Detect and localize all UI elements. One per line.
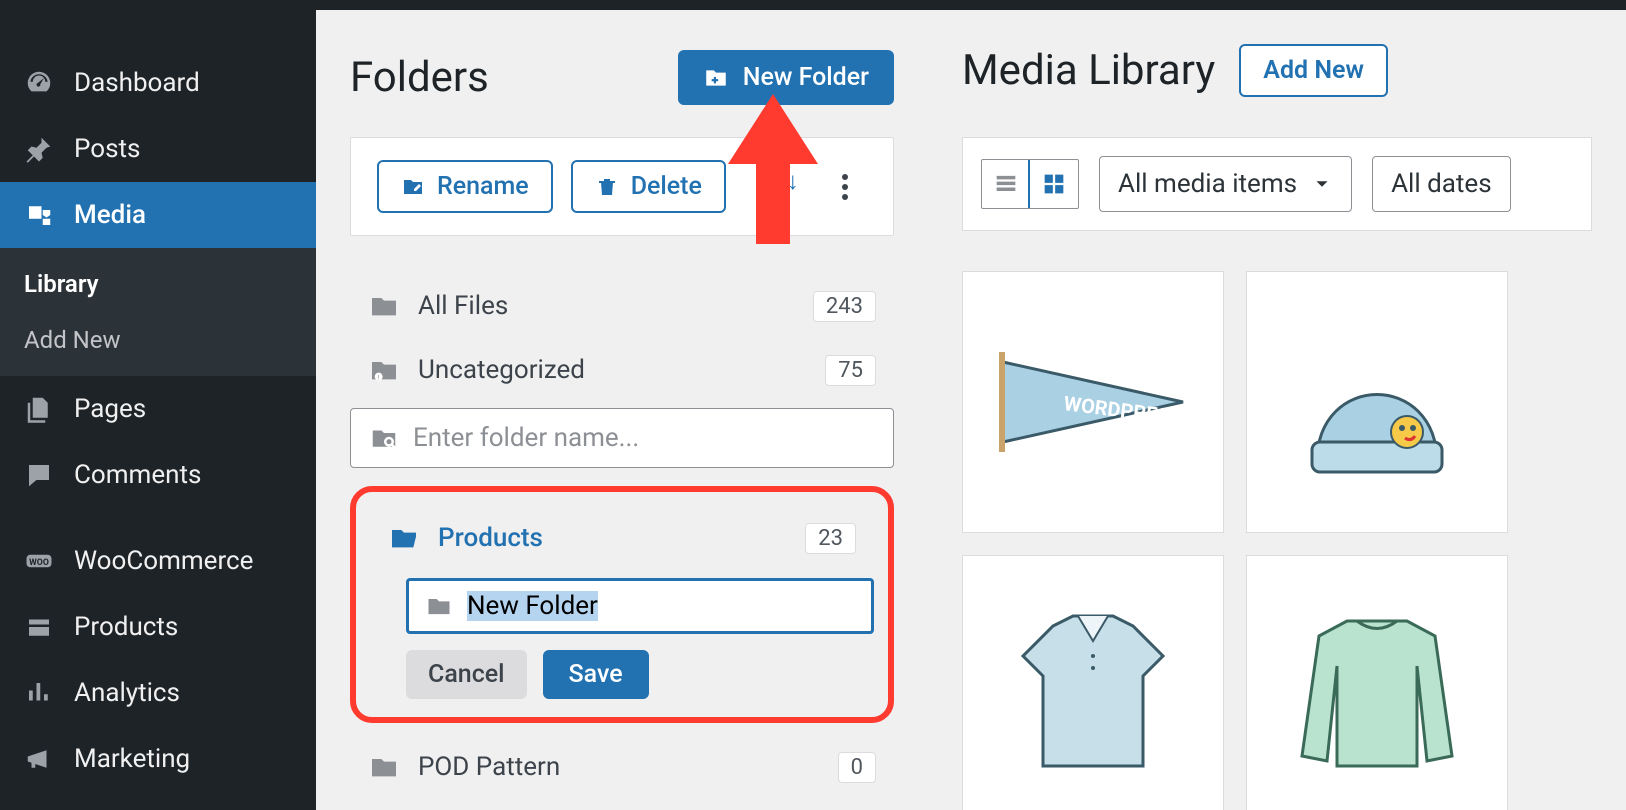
folder-plus-icon bbox=[703, 65, 729, 91]
sidebar-subgroup-media: Library Add New bbox=[0, 248, 316, 376]
sidebar-item-label: Media bbox=[74, 200, 146, 230]
sidebar-item-label: Marketing bbox=[74, 744, 190, 774]
admin-sidebar: Dashboard Posts Media Library Add New Pa… bbox=[0, 10, 316, 810]
sidebar-sub-library[interactable]: Library bbox=[0, 256, 316, 312]
woo-icon: WOO bbox=[24, 546, 54, 576]
media-item[interactable]: WORDPRESS bbox=[962, 271, 1224, 533]
comment-icon bbox=[24, 460, 54, 490]
sidebar-item-marketing[interactable]: Marketing bbox=[0, 726, 316, 792]
filter-dates[interactable]: All dates bbox=[1372, 156, 1511, 212]
folders-toolbar: Rename Delete AZ↓ bbox=[350, 137, 894, 236]
sidebar-item-label: Analytics bbox=[74, 678, 180, 708]
folder-edit-icon bbox=[401, 175, 425, 199]
gauge-icon bbox=[24, 68, 54, 98]
pages-icon bbox=[24, 394, 54, 424]
folder-row-all-files[interactable]: All Files 243 bbox=[350, 274, 894, 338]
media-item[interactable] bbox=[1246, 271, 1508, 533]
delete-button-label: Delete bbox=[631, 172, 702, 201]
thumbnail-longsleeve bbox=[1277, 586, 1477, 786]
view-toggle bbox=[981, 159, 1079, 209]
trash-icon bbox=[595, 175, 619, 199]
kebab-icon bbox=[842, 174, 848, 200]
thumbnail-polo bbox=[993, 586, 1193, 786]
megaphone-icon bbox=[24, 744, 54, 774]
sidebar-item-analytics[interactable]: Analytics bbox=[0, 660, 316, 726]
folder-count: 0 bbox=[838, 752, 876, 783]
filter-dates-label: All dates bbox=[1391, 169, 1492, 199]
svg-text:!: ! bbox=[378, 373, 380, 381]
thumbnail-pennant: WORDPRESS bbox=[993, 302, 1193, 502]
list-icon bbox=[992, 170, 1020, 198]
cancel-button[interactable]: Cancel bbox=[406, 650, 527, 699]
media-grid: WORDPRESS bbox=[962, 271, 1592, 810]
folder-count: 75 bbox=[825, 355, 876, 386]
analytics-icon bbox=[24, 678, 54, 708]
rename-button[interactable]: Rename bbox=[377, 160, 553, 213]
folder-search-input[interactable] bbox=[413, 423, 875, 453]
sidebar-item-label: Posts bbox=[74, 134, 140, 164]
sidebar-item-pages[interactable]: Pages bbox=[0, 376, 316, 442]
media-filter-bar: All media items All dates bbox=[962, 137, 1592, 231]
sidebar-item-products[interactable]: Products bbox=[0, 594, 316, 660]
folder-row-products[interactable]: Products 23 bbox=[370, 506, 874, 570]
sidebar-item-woocommerce[interactable]: WOO WooCommerce bbox=[0, 528, 316, 594]
folder-count: 243 bbox=[813, 291, 876, 322]
rename-button-label: Rename bbox=[437, 172, 529, 201]
new-folder-button-label: New Folder bbox=[743, 63, 869, 92]
folder-home-icon bbox=[368, 290, 400, 322]
sidebar-item-label: Comments bbox=[74, 460, 201, 490]
sidebar-item-dashboard[interactable]: Dashboard bbox=[0, 50, 316, 116]
save-button[interactable]: Save bbox=[543, 650, 649, 699]
grid-icon bbox=[1040, 170, 1068, 198]
media-item[interactable] bbox=[962, 555, 1224, 810]
folder-label: All Files bbox=[418, 291, 508, 321]
sidebar-item-label: Dashboard bbox=[74, 68, 200, 98]
new-folder-name-field[interactable]: New Folder bbox=[406, 578, 874, 634]
products-icon bbox=[24, 612, 54, 642]
folder-alert-icon: ! bbox=[368, 354, 400, 386]
folder-search-icon bbox=[369, 423, 399, 453]
filter-media-type[interactable]: All media items bbox=[1099, 156, 1352, 212]
sidebar-item-label: WooCommerce bbox=[74, 546, 253, 576]
sidebar-item-posts[interactable]: Posts bbox=[0, 116, 316, 182]
folders-title: Folders bbox=[350, 53, 489, 102]
admin-topbar bbox=[0, 0, 1626, 10]
view-list-button[interactable] bbox=[982, 160, 1030, 208]
folders-panel: Folders New Folder Rename Delete AZ↓ bbox=[316, 10, 928, 810]
chevron-down-icon bbox=[1311, 173, 1333, 195]
folder-label: POD Pattern bbox=[418, 752, 560, 782]
folder-label: Uncategorized bbox=[418, 355, 585, 385]
sidebar-item-label: Products bbox=[74, 612, 178, 642]
folder-row-uncategorized[interactable]: ! Uncategorized 75 bbox=[350, 338, 894, 402]
folder-open-icon bbox=[388, 522, 420, 554]
sidebar-sub-add-new[interactable]: Add New bbox=[0, 312, 316, 368]
folder-icon bbox=[368, 751, 400, 783]
filter-media-type-label: All media items bbox=[1118, 169, 1297, 199]
more-button[interactable] bbox=[823, 165, 867, 209]
svg-text:WOO: WOO bbox=[29, 558, 49, 568]
thumbnail-beanie bbox=[1277, 302, 1477, 502]
media-icon bbox=[24, 200, 54, 230]
folder-count: 23 bbox=[805, 523, 856, 554]
media-library-title: Media Library bbox=[962, 46, 1215, 95]
folder-row-pod-pattern[interactable]: POD Pattern 0 bbox=[350, 735, 894, 799]
media-library-panel: Media Library Add New All media items Al… bbox=[928, 10, 1626, 810]
sidebar-item-label: Pages bbox=[74, 394, 146, 424]
folder-label: Products bbox=[438, 523, 543, 553]
sidebar-item-media[interactable]: Media bbox=[0, 182, 316, 248]
view-grid-button[interactable] bbox=[1030, 160, 1078, 208]
delete-button[interactable]: Delete bbox=[571, 160, 726, 213]
pin-icon bbox=[24, 134, 54, 164]
sort-az-icon: AZ↓ bbox=[771, 171, 797, 203]
new-folder-button[interactable]: New Folder bbox=[678, 50, 894, 105]
add-new-button[interactable]: Add New bbox=[1239, 44, 1388, 97]
folder-icon bbox=[425, 592, 453, 620]
sidebar-item-comments[interactable]: Comments bbox=[0, 442, 316, 508]
sort-button[interactable]: AZ↓ bbox=[762, 165, 806, 209]
new-folder-name-value[interactable]: New Folder bbox=[467, 591, 598, 621]
annotation-highlight-box: Products 23 New Folder Cancel Save bbox=[350, 486, 894, 723]
media-item[interactable] bbox=[1246, 555, 1508, 810]
folder-search[interactable] bbox=[350, 408, 894, 468]
